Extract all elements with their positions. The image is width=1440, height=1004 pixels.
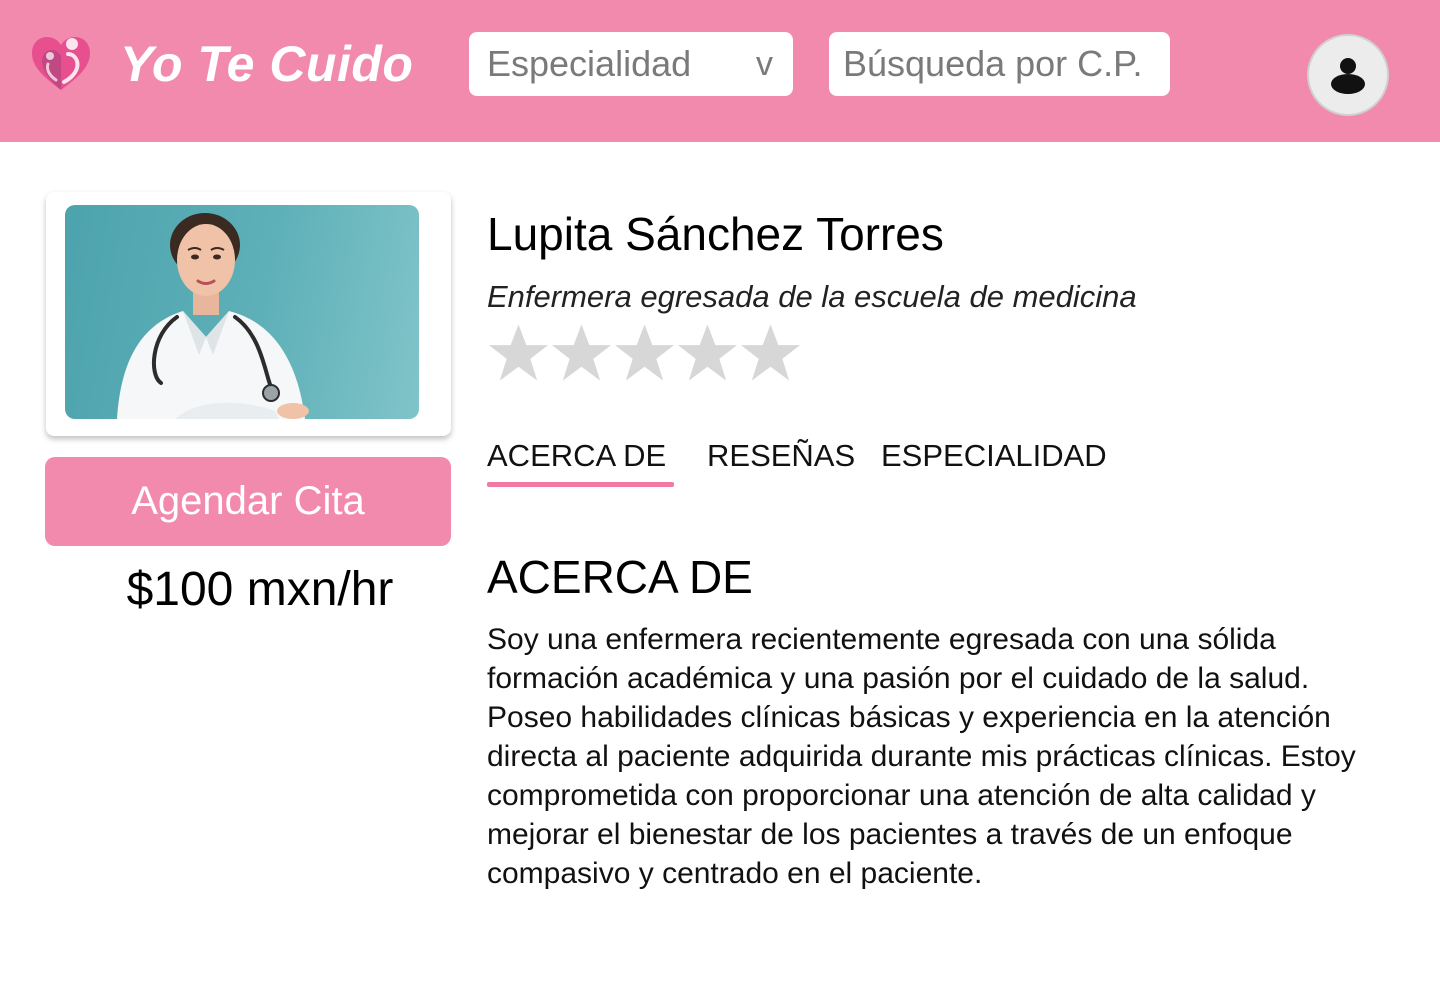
top-nav-bar: Yo Te Cuido Especialidad v [0, 0, 1440, 142]
book-appointment-button[interactable]: Agendar Cita [45, 457, 451, 546]
star-icon[interactable] [550, 318, 613, 388]
star-rating[interactable] [487, 318, 802, 392]
about-description: Soy una enfermera recientemente egresada… [487, 623, 1356, 890]
postal-code-search-input[interactable] [829, 32, 1170, 96]
chevron-down-icon: v [756, 44, 773, 83]
tab-acerca-de[interactable]: ACERCA DE [487, 436, 666, 476]
profile-name: Lupita Sánchez Torres [487, 208, 944, 260]
nurse-portrait-photo [65, 205, 419, 419]
profile-photo-card [46, 192, 451, 436]
tab-resenas[interactable]: RESEÑAS [707, 436, 855, 476]
star-icon[interactable] [739, 318, 802, 388]
brand-title[interactable]: Yo Te Cuido [120, 34, 413, 94]
user-avatar-button[interactable] [1307, 34, 1389, 116]
tab-especialidad[interactable]: ESPECIALIDAD [881, 436, 1107, 476]
star-icon[interactable] [487, 318, 550, 388]
specialty-select-value: Especialidad [487, 43, 692, 84]
family-heart-logo-icon[interactable] [28, 30, 94, 96]
about-section-title: ACERCA DE [487, 551, 753, 603]
star-icon[interactable] [676, 318, 739, 388]
hourly-price: $100 mxn/hr [126, 563, 394, 616]
star-icon[interactable] [613, 318, 676, 388]
profile-subtitle: Enfermera egresada de la escuela de medi… [487, 279, 1137, 314]
user-avatar-icon [1331, 58, 1365, 94]
active-tab-indicator [487, 482, 674, 487]
specialty-select[interactable]: Especialidad v [469, 32, 793, 96]
